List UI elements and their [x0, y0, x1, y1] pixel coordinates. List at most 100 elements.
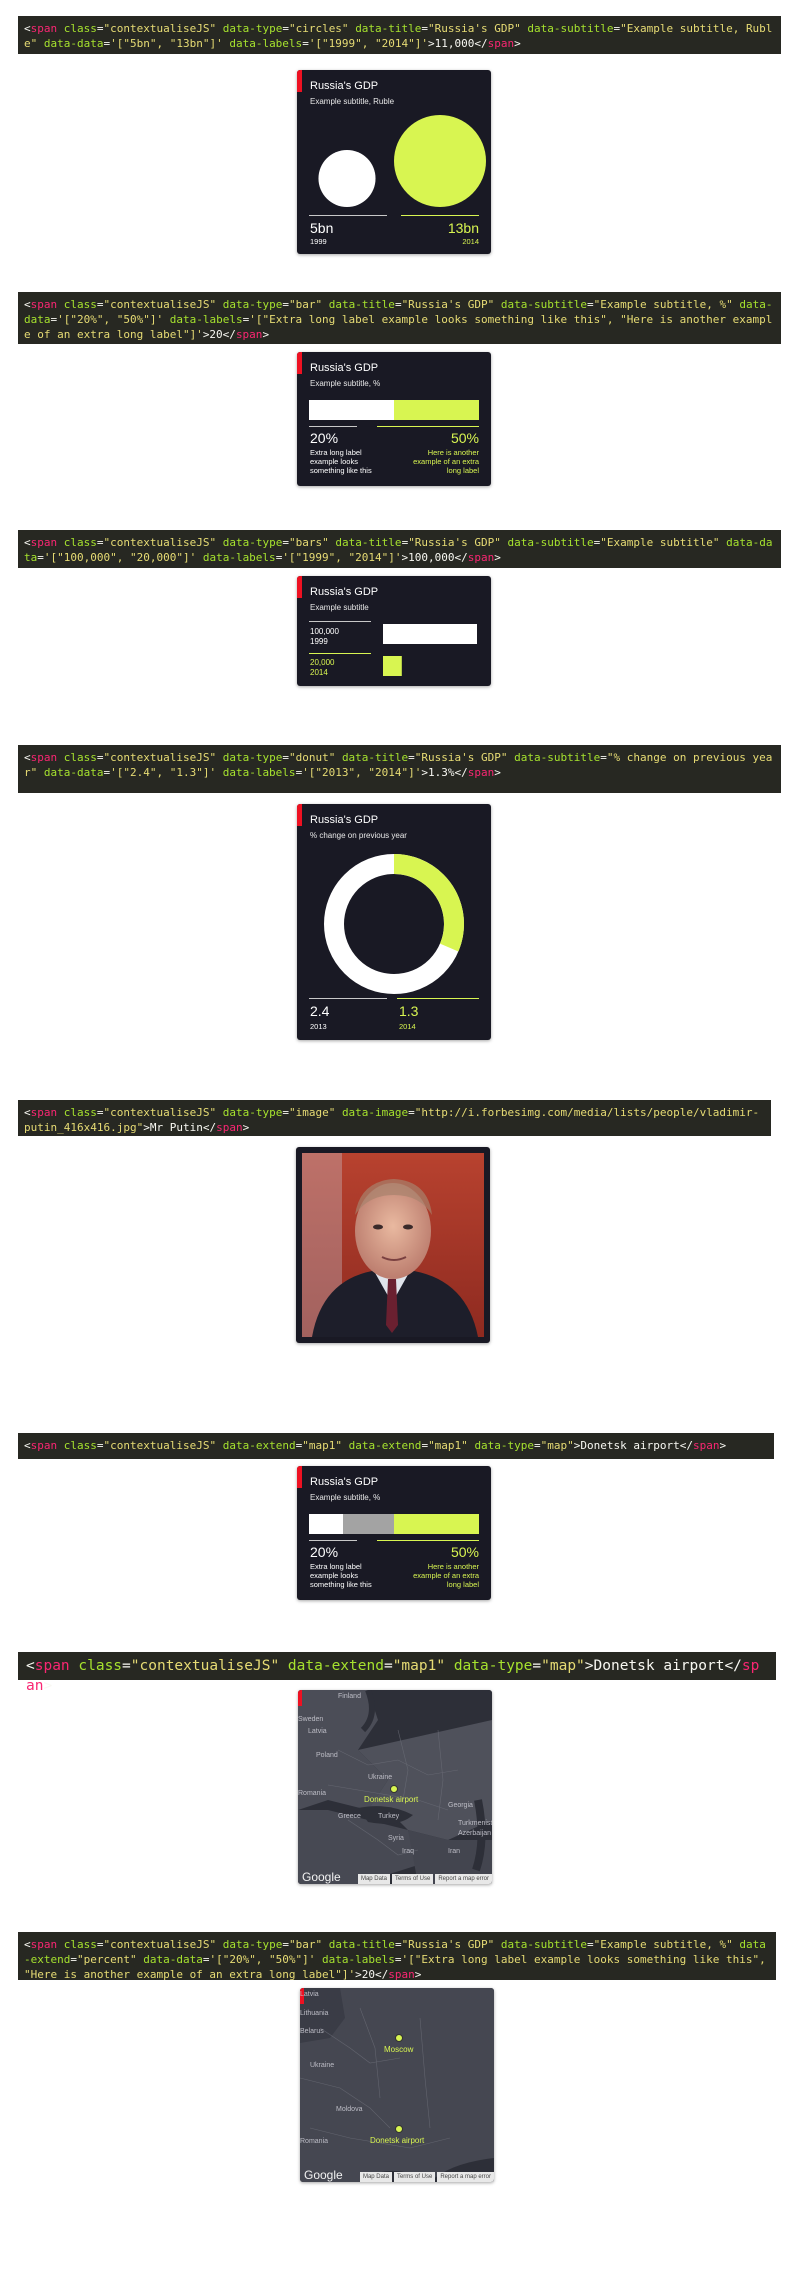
code-snippet-map-extend: <span class="contextualiseJS" data-exten… — [18, 1433, 774, 1459]
code-token: span — [30, 298, 58, 311]
report-error-link[interactable]: Report a map error — [437, 2172, 494, 2182]
terms-link[interactable]: Terms of Use — [391, 1874, 434, 1884]
code-token: data-title — [355, 22, 422, 35]
country-label: Georgia — [448, 1802, 473, 1809]
accent-flag — [297, 70, 302, 92]
code-token: "bars" — [288, 536, 329, 549]
code-token: > — [242, 1121, 250, 1134]
portrait-photo — [302, 1153, 484, 1337]
card-title: Russia's GDP — [310, 1476, 379, 1488]
map-card-ukraine[interactable]: Latvia Lithuania Belarus Ukraine Moldova Roma… — [300, 1988, 494, 2182]
report-error-link[interactable]: Report a map error — [435, 1874, 492, 1884]
code-snippet-bar: <span class="contextualiseJS" data-type=… — [18, 292, 781, 344]
location-marker[interactable] — [390, 1785, 398, 1793]
circle-mark — [394, 115, 486, 207]
divider — [377, 426, 479, 427]
code-snippet-donut: <span class="contextualiseJS" data-type=… — [18, 745, 781, 793]
value-label: 50% — [450, 1544, 479, 1560]
bar-mark — [394, 400, 479, 420]
code-token: data-subtitle — [500, 1938, 587, 1951]
code-token: < — [24, 1439, 31, 1452]
category-label: 2014 — [399, 1022, 416, 1031]
code-token: "circles" — [288, 22, 349, 35]
divider — [309, 1540, 357, 1541]
code-token: "Russia's GDP" — [408, 536, 501, 549]
code-token: data-title — [328, 298, 395, 311]
map-data-link[interactable]: Map Data — [359, 2172, 392, 2182]
country-label: Latvia — [300, 1991, 319, 1998]
map-card-europe[interactable]: Finland Sweden Latvia Poland Ukraine Romania G… — [298, 1690, 492, 1884]
divider — [309, 621, 371, 622]
country-label: Finland — [338, 1693, 361, 1700]
card-title: Russia's GDP — [310, 362, 379, 374]
code-token: "contextualiseJS" — [103, 1439, 217, 1452]
country-label: Moldova — [336, 2106, 363, 2113]
country-label: Turkmenistan — [458, 1820, 492, 1827]
circle-mark — [318, 149, 376, 207]
code-snippet-bar-extend: <span class="contextualiseJS" data-type=… — [18, 1932, 776, 1981]
accent-flag — [297, 1466, 302, 1488]
map-footer: Map Data Terms of Use Report a map error — [359, 2172, 494, 2182]
code-token: span — [216, 1121, 243, 1134]
map-canvas[interactable] — [300, 1988, 494, 2182]
accent-flag — [298, 1690, 302, 1706]
location-marker[interactable] — [395, 2034, 403, 2042]
code-token: "contextualiseJS" — [103, 298, 217, 311]
code-token: data-data — [43, 766, 104, 779]
code-token: > — [43, 1678, 53, 1694]
code-snippet-bars: <span class="contextualiseJS" data-type=… — [18, 530, 781, 568]
code-token: "Example subtitle, %" — [593, 1938, 733, 1951]
code-token: data-title — [335, 536, 402, 549]
bar-mark — [394, 1514, 479, 1534]
code-token: '["20%", "50%"]' — [57, 313, 164, 326]
category-label: 1999 — [310, 237, 327, 246]
country-label: Turkey — [378, 1813, 400, 1820]
code-token: span — [30, 1106, 58, 1119]
code-token: "Russia's GDP" — [401, 1938, 495, 1951]
country-label: Syria — [388, 1835, 404, 1842]
code-token: "donut" — [288, 751, 336, 764]
code-token: span — [487, 37, 515, 50]
donut-slice — [394, 854, 464, 952]
card-subtitle: Example subtitle — [310, 603, 369, 612]
location-marker[interactable] — [395, 2125, 403, 2133]
category-label: Extra long label example looks something… — [310, 1562, 372, 1589]
code-token: class — [63, 1938, 97, 1951]
code-token: data-image — [341, 1106, 409, 1119]
code-token: "bar" — [288, 298, 323, 311]
code-token: span — [235, 328, 263, 341]
value-label: 1.3 — [399, 1003, 419, 1019]
code-token: span — [388, 1968, 415, 1981]
code-token: "Russia's GDP" — [414, 751, 508, 764]
chart-card-circles: Russia's GDP Example subtitle, Ruble 5bn… — [297, 70, 491, 254]
code-token: > — [494, 766, 501, 779]
terms-link[interactable]: Terms of Use — [393, 2172, 436, 2182]
code-token: "map1" — [392, 1658, 446, 1674]
category-label: Here is another example of an extra long… — [413, 1562, 479, 1589]
code-token: data-title — [341, 751, 409, 764]
value-label: 20,000 — [310, 658, 335, 667]
image-card — [296, 1147, 490, 1343]
code-snippet-map: <span class="contextualiseJS" data-exten… — [18, 1652, 776, 1694]
code-token: "Russia's GDP" — [401, 298, 495, 311]
value-label: 20% — [310, 1544, 339, 1560]
map-data-link[interactable]: Map Data — [357, 1874, 390, 1884]
code-token: class — [63, 1106, 97, 1119]
code-token: '["1999", "2014"]' — [308, 37, 429, 50]
code-token: "percent" — [76, 1953, 137, 1966]
value-label: 50% — [450, 430, 479, 446]
code-token: '["5bn", "13bn"]' — [110, 37, 223, 50]
code-token: class — [78, 1658, 123, 1674]
code-token: "contextualiseJS" — [103, 1938, 217, 1951]
card-subtitle: Example subtitle, % — [310, 379, 381, 388]
code-token: data-extend — [348, 1439, 422, 1452]
code-token: data-extend — [287, 1658, 384, 1674]
value-label: 13bn — [447, 220, 479, 236]
map-footer: Map Data Terms of Use Report a map error — [357, 1874, 492, 1884]
code-token: '["20%", "50%"]' — [209, 1953, 316, 1966]
country-label: Ukraine — [368, 1774, 393, 1781]
code-token: "contextualiseJS" — [103, 1106, 217, 1119]
google-logo: Google — [302, 1870, 341, 1884]
country-label: Ukraine — [310, 2062, 335, 2069]
code-token: "contextualiseJS" — [103, 536, 217, 549]
